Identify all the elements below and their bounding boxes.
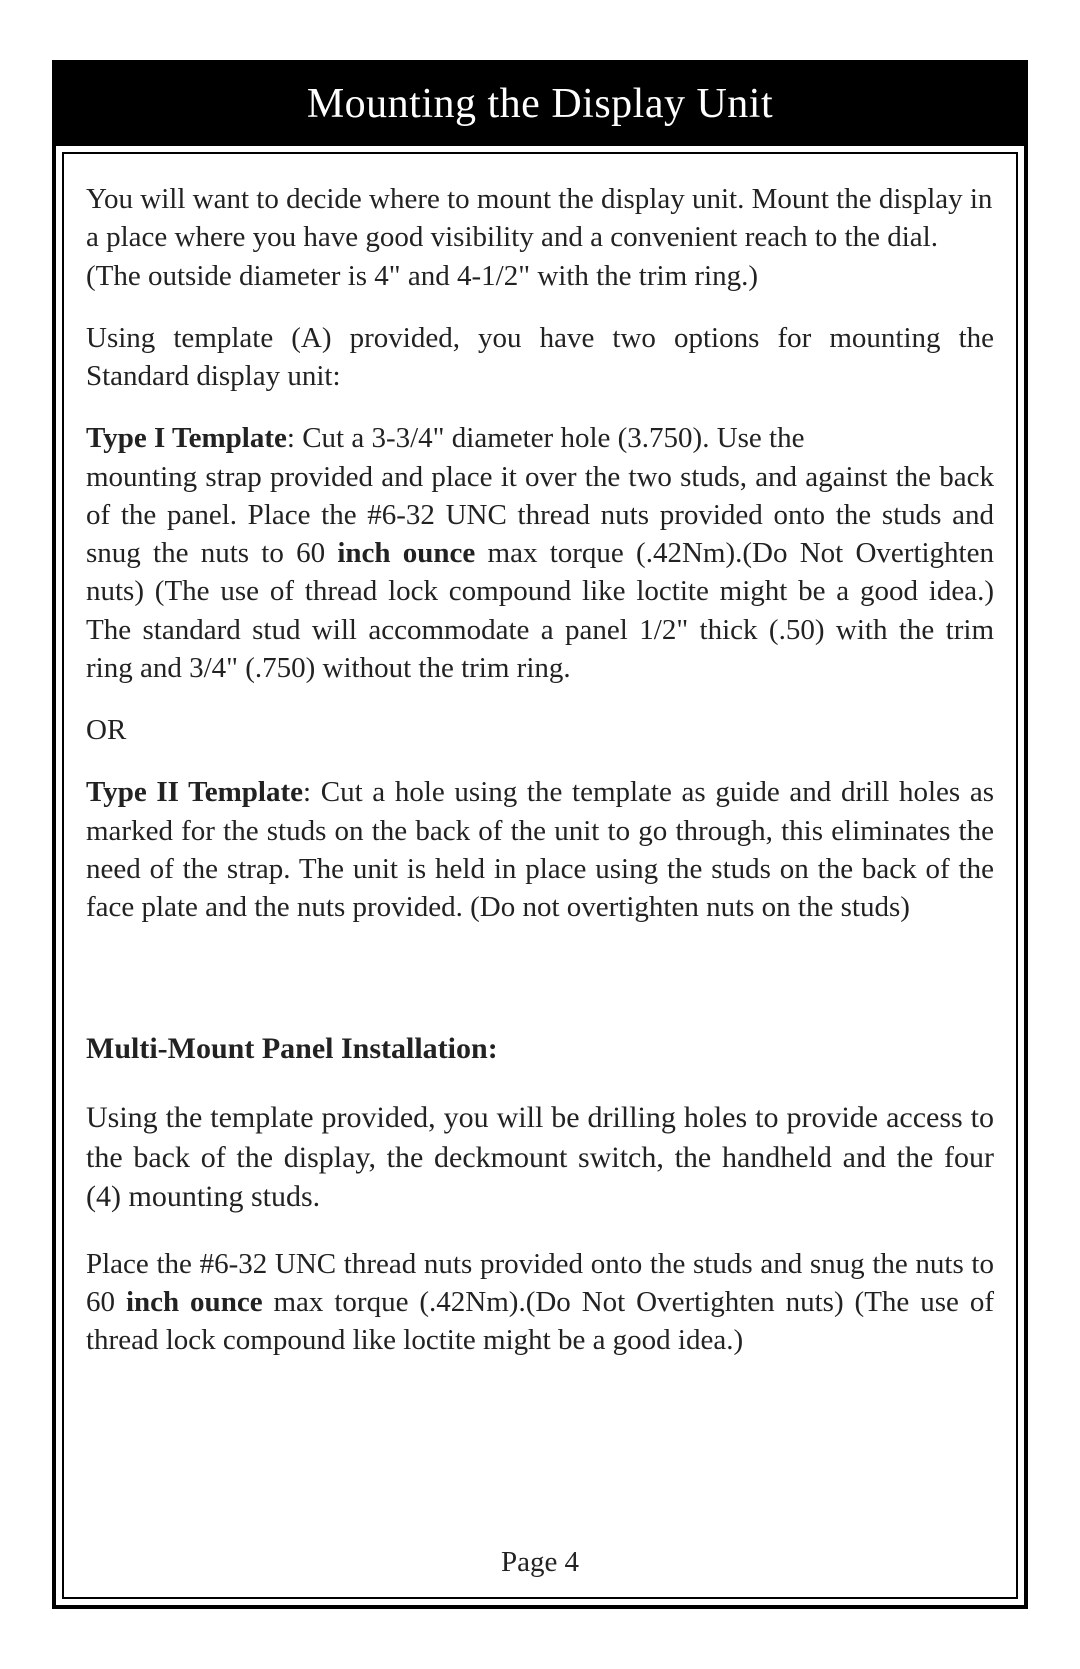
type2-label: Type II Template (86, 776, 303, 808)
type1-line1: : Cut a 3-3/4" diameter hole (3.750). Us… (287, 422, 805, 454)
page-title: Mounting the Display Unit (56, 64, 1024, 146)
body-text: You will want to decide where to mount t… (86, 180, 994, 951)
outer-frame: Mounting the Display Unit You will want … (52, 60, 1028, 1609)
intro-paragraph-1: You will want to decide where to mount t… (86, 180, 994, 295)
type1-paragraph: Type I Template: Cut a 3-3/4" diameter h… (86, 419, 994, 687)
or-separator: OR (86, 711, 994, 749)
type2-paragraph: Type II Template: Cut a hole using the t… (86, 773, 994, 926)
intro-paragraph-2: Using template (A) provided, you have tw… (86, 319, 994, 396)
type1-bold-unit: inch ounce (337, 537, 475, 569)
multi-mount-section: Multi-Mount Panel Installation: Using th… (86, 1029, 994, 1380)
content-frame: You will want to decide where to mount t… (62, 152, 1018, 1599)
multi-paragraph-2: Place the #6-32 UNC thread nuts provided… (86, 1245, 994, 1360)
multi-paragraph-1: Using the template provided, you will be… (86, 1098, 994, 1217)
type1-label: Type I Template (86, 422, 287, 454)
multi-p2-bold: inch ounce (126, 1286, 263, 1318)
page: Mounting the Display Unit You will want … (0, 0, 1080, 1669)
page-number: Page 4 (64, 1546, 1016, 1579)
multi-mount-heading: Multi-Mount Panel Installation: (86, 1029, 994, 1069)
